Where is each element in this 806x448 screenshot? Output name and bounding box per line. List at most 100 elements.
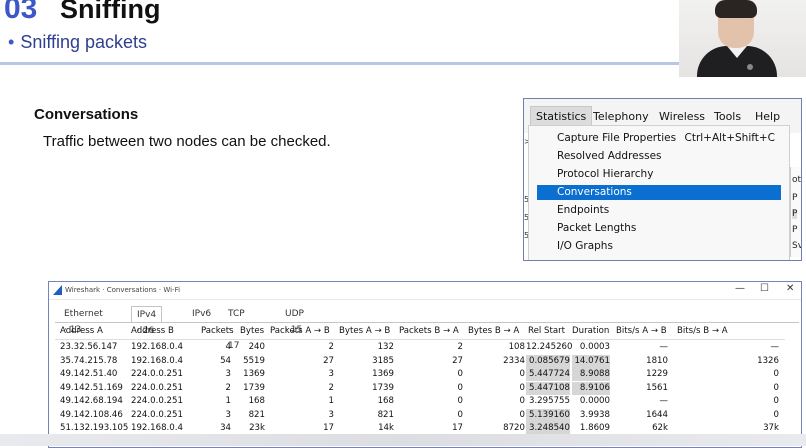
table-cell: 224.0.0.251: [131, 409, 183, 420]
statistics-menu-screenshot: Statistics Telephony Wireless Tools Help…: [523, 98, 802, 261]
table-cell: 5.139160: [526, 408, 570, 422]
table-cell: 3: [328, 369, 334, 379]
table-cell: 2: [328, 342, 334, 352]
menu-help[interactable]: Help: [755, 110, 780, 123]
col-packets-b-a[interactable]: Packets B → A: [399, 324, 459, 339]
table-cell: 3: [328, 409, 334, 420]
table-cell: 1739: [372, 382, 394, 393]
table-cell: 1369: [243, 369, 265, 379]
table-cell: 49.142.68.194: [60, 396, 123, 406]
section-title: Sniffing: [60, 0, 161, 24]
col-bytes-b-a[interactable]: Bytes B → A: [468, 324, 519, 339]
menu-tools[interactable]: Tools: [714, 110, 741, 123]
conversations-heading: Conversations: [34, 106, 139, 123]
table-cell: 2: [225, 382, 231, 393]
menu-item-packet-lengths[interactable]: Packet Lengths: [537, 221, 781, 236]
table-row[interactable]: 23.32.56.147 192.168.0.4 4 240 2 132 2 108 12.24…: [55, 341, 785, 354]
lapel-mic-icon: [747, 64, 753, 70]
table-row[interactable]: 49.142.51.169 224.0.0.251 2 1739 2 1739 0 0 5.44…: [55, 381, 785, 395]
table-cell: 0: [773, 382, 779, 393]
table-cell: 35.74.215.78: [60, 355, 118, 366]
menu-statistics[interactable]: Statistics: [530, 106, 593, 127]
table-cell: 192.168.0.4: [131, 355, 183, 366]
menu-item-endpoints[interactable]: Endpoints: [537, 203, 781, 218]
table-cell: 132: [377, 342, 394, 352]
tab-ethernet[interactable]: Ethernet · 13: [59, 306, 108, 335]
table-cell: 1326: [757, 355, 779, 366]
table-cell: 0: [457, 369, 463, 379]
menu-item-capture-file-properties[interactable]: Capture File Properties Ctrl+Alt+Shift+C: [537, 131, 781, 146]
table-cell: —: [659, 342, 668, 352]
tab-udp[interactable]: UDP · 15: [280, 306, 309, 335]
tab-tcp[interactable]: TCP · 17: [223, 306, 250, 351]
col-address-b[interactable]: Address B: [131, 324, 174, 339]
table-cell: 0: [519, 369, 525, 379]
table-cell: 224.0.0.251: [131, 369, 183, 379]
window-title: Wireshark · Conversations · Wi-Fi: [65, 286, 181, 294]
header-divider: [0, 62, 680, 65]
table-cell: 0: [773, 396, 779, 406]
table-cell: 821: [248, 409, 265, 420]
col-address-a[interactable]: Address A: [60, 324, 103, 339]
menu-item-io-graphs[interactable]: I/O Graphs: [537, 239, 781, 254]
menu-telephony[interactable]: Telephony: [593, 110, 649, 123]
table-cell: 8.9106: [572, 381, 610, 395]
table-cell: 27: [323, 355, 334, 366]
col-bits-b-a[interactable]: Bits/s B → A: [677, 324, 728, 339]
table-cell: 1229: [646, 369, 668, 379]
table-cell: 49.142.108.46: [60, 409, 123, 420]
minimize-button[interactable]: —: [735, 283, 745, 294]
menu-item-conversations[interactable]: Conversations: [537, 185, 781, 200]
statistics-dropdown: Capture File Properties Ctrl+Alt+Shift+C …: [528, 125, 790, 260]
table-cell: 224.0.0.251: [131, 396, 183, 406]
table-cell: 12.245260: [526, 342, 573, 352]
col-packets[interactable]: Packets: [201, 324, 234, 339]
table-cell: 14.0761: [572, 354, 610, 368]
table-cell: 8.9088: [572, 368, 610, 381]
col-packets-a-b[interactable]: Packets A → B: [270, 324, 330, 339]
menu-item-protocol-hierarchy[interactable]: Protocol Hierarchy: [537, 167, 781, 182]
table-row[interactable]: 49.142.108.46 224.0.0.251 3 821 3 821 0 0 5.1391…: [55, 408, 785, 422]
table-cell: 54: [220, 355, 231, 366]
slide-subtitle: • Sniffing packets: [8, 32, 147, 53]
table-row[interactable]: 35.74.215.78 192.168.0.4 54 5519 27 3185 27 233…: [55, 354, 785, 368]
table-cell: 2: [328, 382, 334, 393]
maximize-button[interactable]: ☐: [760, 283, 769, 294]
right-strip-text: P: [792, 209, 798, 219]
conversations-window: Wireshark · Conversations · Wi-Fi — ☐ ✕ …: [48, 281, 802, 448]
table-cell: 1369: [372, 369, 394, 379]
table-row[interactable]: 49.142.51.40 224.0.0.251 3 1369 3 1369 0 0 5.447…: [55, 368, 785, 381]
tab-divider: [55, 322, 799, 323]
menu-wireless[interactable]: Wireless: [659, 110, 705, 123]
menu-item-shortcut: Ctrl+Alt+Shift+C: [684, 132, 776, 144]
table-cell: 3185: [372, 355, 394, 366]
tab-ipv6[interactable]: IPv6: [187, 306, 216, 322]
bottom-video-bar: [0, 434, 806, 446]
col-bits-a-b[interactable]: Bits/s A → B: [616, 324, 667, 339]
table-cell: 0: [519, 382, 525, 393]
table-cell: 3.9938: [579, 409, 610, 420]
table-cell: 240: [248, 342, 265, 352]
col-rel-start[interactable]: Rel Start: [528, 324, 565, 339]
table-cell: 192.168.0.4: [131, 342, 183, 352]
table-cell: 3: [225, 409, 231, 420]
table-cell: 108: [508, 342, 525, 352]
menu-item-label: Capture File Properties: [557, 132, 677, 144]
window-titlebar: Wireshark · Conversations · Wi-Fi — ☐ ✕: [49, 282, 801, 300]
menu-item-label: Endpoints: [557, 204, 610, 216]
presenter-hair: [715, 0, 757, 18]
col-duration[interactable]: Duration: [572, 324, 609, 339]
table-header: Address A Address B Packets Bytes Packet…: [55, 324, 785, 340]
col-bytes-a-b[interactable]: Bytes A → B: [339, 324, 390, 339]
tab-ipv4[interactable]: IPv4 · 26: [131, 306, 163, 336]
col-bytes[interactable]: Bytes: [240, 324, 264, 339]
table-cell: 0: [773, 369, 779, 379]
table-row[interactable]: 49.142.68.194 224.0.0.251 1 168 1 168 0 0 3.2957…: [55, 395, 785, 408]
wireshark-fin-icon: [53, 285, 62, 295]
menu-item-resolved-addresses[interactable]: Resolved Addresses: [537, 149, 781, 164]
table-cell: 0.0003: [579, 342, 610, 352]
close-button[interactable]: ✕: [786, 283, 794, 294]
table-cell: —: [770, 342, 779, 352]
table-cell: 5.447108: [526, 381, 570, 395]
table-cell: 5.447724: [526, 368, 570, 381]
